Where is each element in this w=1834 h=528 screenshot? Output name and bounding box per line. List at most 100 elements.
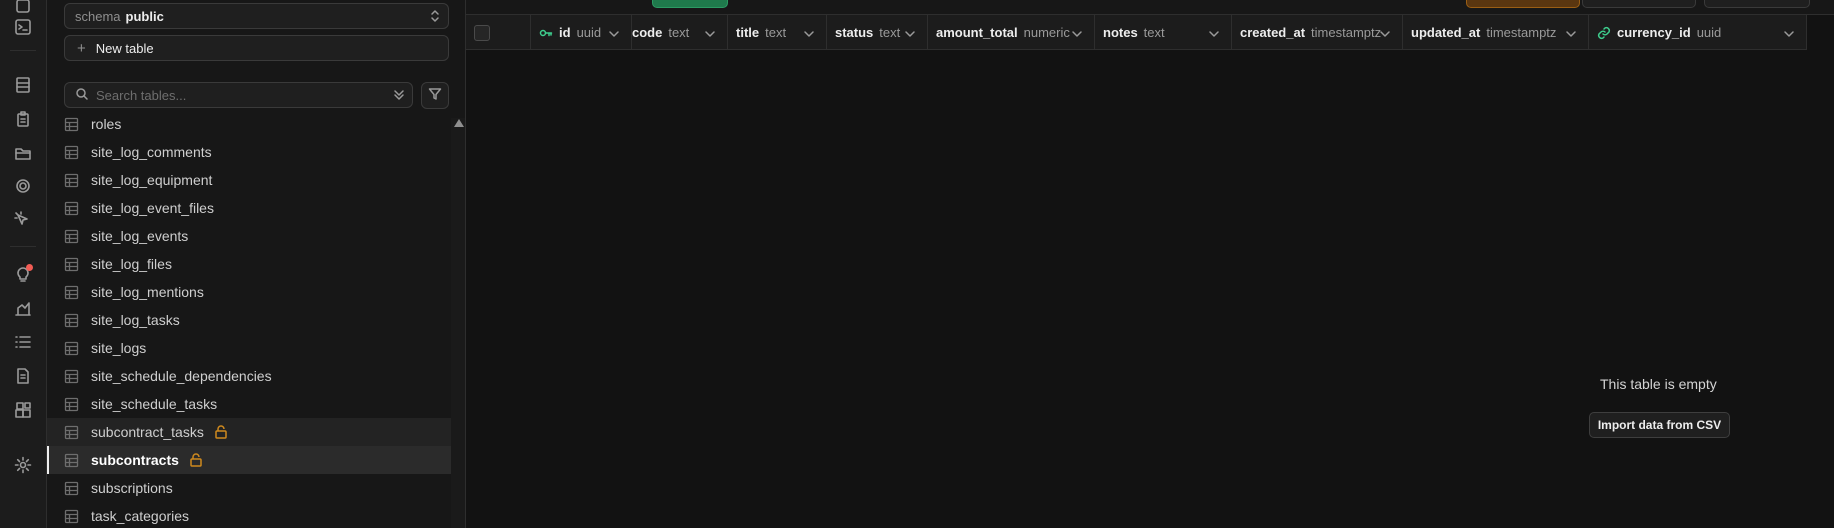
tables-sidebar: schema public + New table roles site_log_… (47, 0, 466, 528)
import-csv-button[interactable]: Import data from CSV (1589, 412, 1730, 438)
new-table-label: New table (95, 40, 154, 56)
column-type: text (668, 25, 690, 40)
table-list-item[interactable]: site_log_event_files (47, 194, 451, 222)
table-list-item[interactable]: task_categories (47, 502, 451, 528)
search-tables-field[interactable] (64, 82, 413, 108)
column-type: uuid (1696, 25, 1722, 40)
table-icon (64, 369, 79, 384)
column-header-created-at[interactable]: created_at timestamptz (1232, 15, 1403, 50)
table-grid-area: id uuid code text title text status text amount_… (466, 0, 1834, 528)
column-name: id (559, 25, 571, 40)
table-list-item[interactable]: site_schedule_dependencies (47, 362, 451, 390)
table-editor-icon[interactable] (11, 73, 35, 97)
tables-scrollbar[interactable] (451, 118, 465, 528)
tables-list: roles site_log_comments site_log_equipment… (47, 110, 451, 528)
chevron-down-icon[interactable] (1378, 27, 1392, 44)
filter-icon (428, 87, 442, 104)
table-name: task_categories (91, 508, 190, 524)
column-header-code[interactable]: code text (632, 15, 728, 50)
table-icon (64, 341, 79, 356)
column-header-title[interactable]: title text (728, 15, 827, 50)
toolbar-button[interactable] (1582, 0, 1696, 8)
schema-select[interactable]: schema public (64, 3, 449, 29)
table-list-item[interactable]: site_log_tasks (47, 306, 451, 334)
chevron-down-icon[interactable] (903, 27, 917, 44)
search-tables-input[interactable] (96, 87, 386, 103)
scroll-up-arrow-icon[interactable] (454, 119, 464, 127)
table-name: site_schedule_dependencies (91, 368, 272, 384)
table-list-item[interactable]: subscriptions (47, 474, 451, 502)
chevron-down-icon[interactable] (1564, 27, 1578, 44)
toolbar-button[interactable] (1704, 0, 1810, 8)
table-list-item[interactable]: site_logs (47, 334, 451, 362)
chevron-down-icon[interactable] (1070, 27, 1084, 44)
table-list-item[interactable]: site_log_equipment (47, 166, 451, 194)
foreign-key-link-icon (1597, 26, 1611, 40)
new-table-button[interactable]: + New table (64, 35, 449, 61)
column-header-updated-at[interactable]: updated_at timestamptz (1403, 15, 1589, 50)
reports-icon[interactable] (11, 296, 35, 320)
column-name: amount_total (936, 25, 1018, 40)
table-icon (64, 229, 79, 244)
advisor-icon[interactable] (11, 262, 35, 286)
table-name: site_log_comments (91, 144, 212, 160)
column-header-id[interactable]: id uuid (531, 15, 632, 50)
table-list-item[interactable]: roles (47, 110, 451, 138)
chevron-down-icon[interactable] (802, 27, 816, 44)
api-docs-icon[interactable] (11, 364, 35, 388)
chevron-down-icon[interactable] (1782, 27, 1796, 44)
table-icon (64, 481, 79, 496)
column-name: created_at (1240, 25, 1306, 40)
realtime-icon[interactable] (11, 174, 35, 198)
column-header-amount-total[interactable]: amount_total numeric (928, 15, 1095, 50)
logs-icon[interactable] (11, 330, 35, 354)
plus-icon: + (77, 39, 86, 57)
table-list-item[interactable]: subcontract_tasks (47, 418, 451, 446)
table-list-item[interactable]: site_log_mentions (47, 278, 451, 306)
table-list-item[interactable]: site_log_comments (47, 138, 451, 166)
table-name: subcontracts (91, 452, 179, 468)
column-type: numeric (1023, 25, 1070, 40)
schema-value: public (125, 8, 164, 24)
rail-divider (10, 50, 36, 51)
chevron-down-icon[interactable] (1207, 27, 1221, 44)
select-all-checkbox[interactable] (474, 25, 490, 41)
unlocked-icon (214, 425, 228, 439)
column-header-notes[interactable]: notes text (1095, 15, 1232, 50)
column-name: updated_at (1411, 25, 1481, 40)
table-list-item[interactable]: subcontracts (47, 446, 451, 474)
terminal-icon[interactable] (11, 15, 35, 39)
table-icon (64, 173, 79, 188)
cursor-icon[interactable] (11, 208, 35, 232)
table-icon (64, 425, 79, 440)
insert-button[interactable] (652, 0, 728, 8)
integrations-icon[interactable] (11, 398, 35, 422)
table-icon (64, 145, 79, 160)
select-all-cell (466, 15, 531, 50)
settings-icon[interactable] (11, 453, 35, 477)
table-name: subcontract_tasks (91, 424, 204, 440)
column-type: text (879, 25, 901, 40)
rls-policy-button[interactable] (1466, 0, 1580, 8)
filter-button[interactable] (421, 82, 449, 109)
table-name: site_log_mentions (91, 284, 204, 300)
chevrons-down-icon[interactable] (392, 88, 406, 105)
chevron-down-icon[interactable] (703, 27, 717, 44)
sql-editor-icon[interactable] (11, 107, 35, 131)
icon-rail (0, 0, 47, 528)
table-icon (64, 313, 79, 328)
column-header-status[interactable]: status text (827, 15, 928, 50)
table-name: site_log_equipment (91, 172, 213, 188)
table-list-item[interactable]: site_schedule_tasks (47, 390, 451, 418)
storage-icon[interactable] (11, 141, 35, 165)
chevron-down-icon[interactable] (607, 27, 621, 44)
column-type: text (1143, 25, 1165, 40)
table-list-item[interactable]: site_log_files (47, 250, 451, 278)
table-icon (64, 285, 79, 300)
column-type: text (765, 25, 787, 40)
table-list-item[interactable]: site_log_events (47, 222, 451, 250)
table-icon (64, 257, 79, 272)
column-header-currency-id[interactable]: currency_id uuid (1589, 15, 1807, 50)
grid-toolbar (466, 0, 1834, 15)
table-name: site_log_events (91, 228, 189, 244)
